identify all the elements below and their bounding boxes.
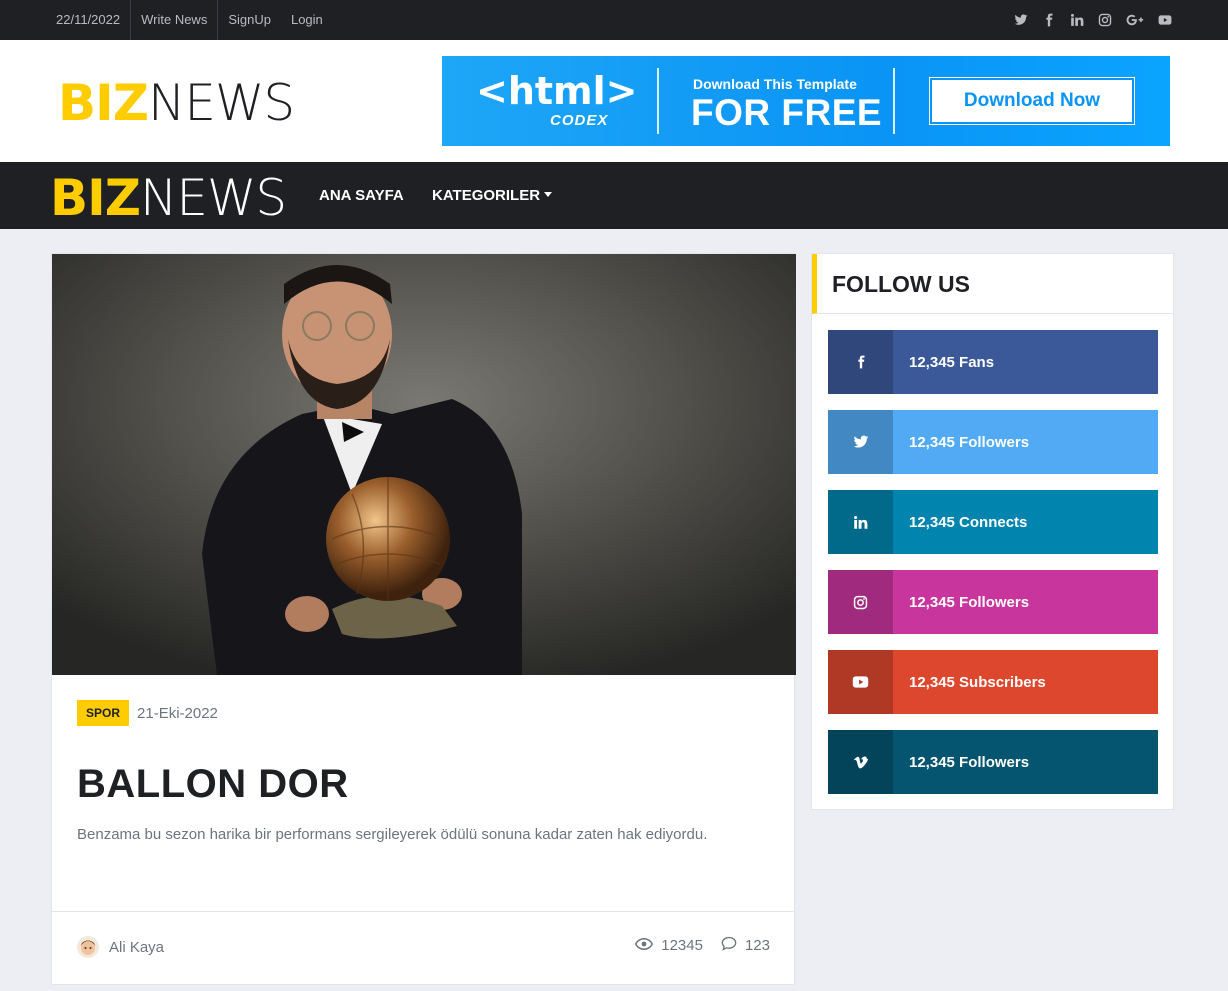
instagram-icon [828, 570, 893, 634]
eye-icon [635, 937, 654, 955]
article-title[interactable]: BALLON DOR [77, 762, 349, 807]
linkedin-follow-button[interactable]: 12,345 Connects [828, 490, 1158, 554]
nav-home[interactable]: ANA SAYFA [319, 162, 404, 229]
banner-big-text: FOR FREE [691, 92, 883, 133]
facebook-icon [828, 330, 893, 394]
caret-down-icon [544, 192, 553, 197]
instagram-follow-button[interactable]: 12,345 Followers [828, 570, 1158, 634]
follow-us-widget: FOLLOW US 12,345 Fans 12,345 Followers 1… [811, 253, 1174, 810]
youtube-count: 12,345 Subscribers [909, 673, 1046, 691]
logo-news: NEWS [147, 74, 295, 132]
article-footer: Ali Kaya 12345 123 [52, 911, 794, 985]
download-now-button[interactable]: Download Now [930, 78, 1134, 124]
instagram-count: 12,345 Followers [909, 593, 1030, 611]
htmlcodex-logo: <html> [476, 69, 638, 113]
nav-categories-label: KATEGORILER [432, 187, 541, 204]
linkedin-count: 12,345 Connects [909, 513, 1028, 531]
navbar-logo[interactable]: BIZNEWS [50, 173, 287, 223]
youtube-follow-button[interactable]: 12,345 Subscribers [828, 650, 1158, 714]
article-date: 21-Eki-2022 [137, 704, 218, 722]
author-name: Ali Kaya [109, 938, 165, 956]
article-stats: 12345 123 [635, 936, 770, 955]
htmlcodex-sub: CODEX [550, 112, 609, 129]
main-navbar: BIZNEWS ANA SAYFA KATEGORILER [0, 162, 1228, 229]
article-meta: SPOR 21-Eki-2022 [77, 700, 218, 726]
vimeo-follow-button[interactable]: 12,345 Followers [828, 730, 1158, 794]
banner-divider [893, 68, 895, 134]
logo-news: NEWS [139, 169, 287, 227]
twitter-icon [828, 410, 893, 474]
comment-icon [721, 936, 737, 955]
google-plus-icon[interactable] [1126, 13, 1144, 27]
featured-article-card: SPOR 21-Eki-2022 BALLON DOR Benzama bu s… [51, 253, 796, 985]
signup-link[interactable]: SignUp [218, 0, 281, 40]
youtube-icon[interactable] [1158, 13, 1172, 27]
banner-small-text: Download This Template [693, 76, 857, 92]
linkedin-icon[interactable] [1070, 13, 1084, 27]
banner-divider [657, 68, 659, 134]
facebook-icon[interactable] [1042, 13, 1056, 27]
youtube-icon [828, 650, 893, 714]
article-excerpt: Benzama bu sezon harika bir performans s… [77, 826, 708, 843]
avatar [77, 936, 99, 958]
article-image[interactable] [52, 254, 796, 675]
top-social-links [1014, 0, 1172, 40]
article-author[interactable]: Ali Kaya [77, 936, 164, 958]
logo-biz: BIZ [50, 169, 141, 227]
vimeo-icon [828, 730, 893, 794]
follow-us-header: FOLLOW US [812, 254, 1173, 314]
top-links: 22/11/2022 Write News SignUp Login [46, 0, 333, 40]
category-badge[interactable]: SPOR [77, 700, 130, 726]
site-logo[interactable]: BIZNEWS [58, 78, 295, 128]
vimeo-count: 12,345 Followers [909, 753, 1030, 771]
site-header: BIZNEWS <html> CODEX Download This Templ… [0, 40, 1228, 162]
logo-biz: BIZ [58, 74, 149, 132]
nav-home-label: ANA SAYFA [319, 187, 404, 204]
twitter-count: 12,345 Followers [909, 433, 1030, 451]
nav-categories-dropdown[interactable]: KATEGORILER [432, 162, 553, 229]
follow-us-title: FOLLOW US [832, 271, 970, 297]
write-news-link[interactable]: Write News [131, 0, 217, 40]
comment-count: 123 [744, 937, 770, 954]
current-date: 22/11/2022 [56, 12, 121, 27]
facebook-count: 12,345 Fans [909, 353, 995, 371]
ad-banner[interactable]: <html> CODEX Download This Template FOR … [442, 56, 1170, 146]
twitter-icon[interactable] [1014, 13, 1028, 27]
instagram-icon[interactable] [1098, 13, 1112, 27]
view-count: 12345 [661, 937, 703, 954]
login-link[interactable]: Login [281, 0, 333, 40]
facebook-follow-button[interactable]: 12,345 Fans [828, 330, 1158, 394]
top-bar: 22/11/2022 Write News SignUp Login [0, 0, 1228, 40]
twitter-follow-button[interactable]: 12,345 Followers [828, 410, 1158, 474]
linkedin-icon [828, 490, 893, 554]
